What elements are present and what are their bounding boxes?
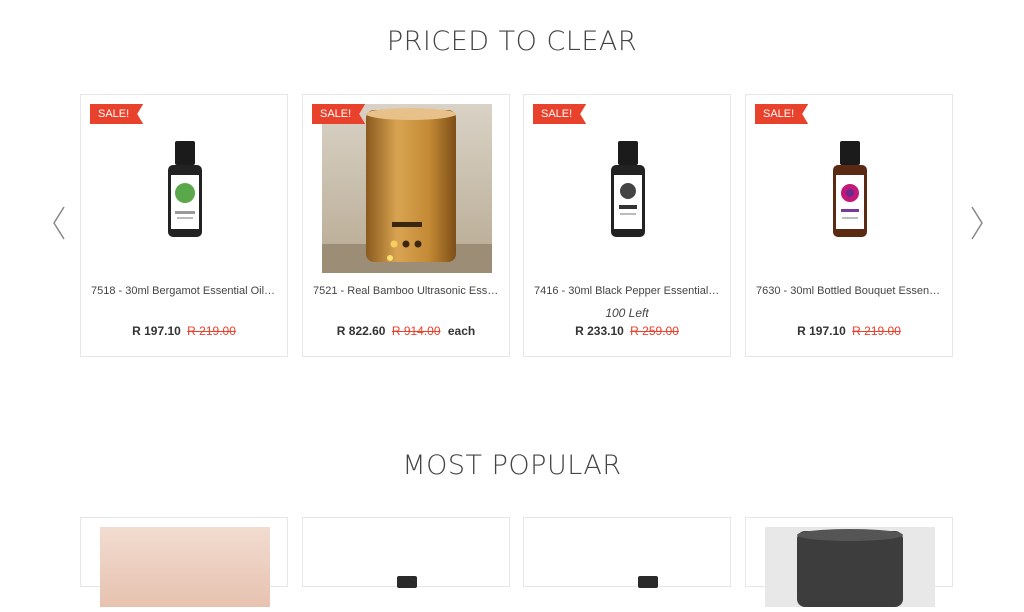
sale-badge: SALE! bbox=[90, 104, 143, 124]
product-image-diffuser-dark[interactable] bbox=[765, 527, 935, 607]
chevron-left-icon bbox=[53, 206, 65, 240]
product-image-diffuser-pink[interactable] bbox=[100, 527, 270, 607]
old-price: R 259.00 bbox=[630, 324, 679, 338]
product-name[interactable]: 7630 - 30ml Bottled Bouquet Essenti... bbox=[756, 285, 942, 297]
section-title-most-popular: MOST POPULAR bbox=[402, 450, 622, 481]
product-name[interactable]: 7518 - 30ml Bergamot Essential Oil - ... bbox=[91, 285, 277, 297]
product-image-bergamot-bottle[interactable] bbox=[100, 104, 270, 273]
popular-product-card[interactable] bbox=[302, 517, 510, 588]
product-card[interactable]: SALE! 7521 - Real Bamboo Ultrasonic Esse… bbox=[302, 94, 510, 357]
chevron-right-icon bbox=[971, 206, 983, 240]
product-image-black-pepper-bottle[interactable] bbox=[543, 104, 713, 273]
stock-count: 100 Left bbox=[605, 306, 649, 320]
product-price: R 822.60 R 914.00 each bbox=[303, 324, 509, 338]
product-price: R 197.10 R 219.00 bbox=[746, 324, 952, 338]
section-title-priced-to-clear: PRICED TO CLEAR bbox=[386, 26, 638, 57]
popular-product-card[interactable] bbox=[523, 517, 731, 588]
product-name[interactable]: 7521 - Real Bamboo Ultrasonic Esse... bbox=[313, 285, 499, 297]
product-price: R 233.10 R 259.00 bbox=[524, 324, 730, 338]
sale-badge: SALE! bbox=[755, 104, 808, 124]
current-price: R 197.10 bbox=[797, 324, 846, 338]
product-image-bottled-bouquet-bottle[interactable] bbox=[765, 104, 935, 273]
price-unit: each bbox=[447, 324, 476, 338]
product-image-bamboo-diffuser[interactable] bbox=[322, 104, 492, 273]
sale-badge: SALE! bbox=[312, 104, 365, 124]
popular-product-card[interactable] bbox=[745, 517, 953, 607]
product-name[interactable]: 7416 - 30ml Black Pepper Essential ... bbox=[534, 285, 720, 297]
carousel-next-button[interactable] bbox=[968, 203, 986, 243]
product-card[interactable]: SALE! 7416 - 30ml Black Pepper Essential… bbox=[523, 94, 731, 357]
old-price: R 914.00 bbox=[391, 324, 441, 338]
product-image-oil-bottle[interactable] bbox=[543, 527, 713, 607]
product-image-oil-bottle[interactable] bbox=[322, 527, 492, 607]
carousel-prev-button[interactable] bbox=[50, 203, 68, 243]
old-price: R 219.00 bbox=[187, 324, 236, 338]
current-price: R 233.10 bbox=[575, 324, 624, 338]
product-card[interactable]: SALE! 7518 - 30ml Bergamot Essential Oil… bbox=[80, 94, 288, 357]
product-card[interactable]: SALE! 7630 - 30ml Bottled Bouquet Essent… bbox=[745, 94, 953, 357]
current-price: R 197.10 bbox=[132, 324, 181, 338]
popular-product-card[interactable] bbox=[80, 517, 288, 607]
product-price: R 197.10 R 219.00 bbox=[81, 324, 287, 338]
old-price: R 219.00 bbox=[852, 324, 901, 338]
current-price: R 822.60 bbox=[336, 324, 386, 338]
sale-badge: SALE! bbox=[533, 104, 586, 124]
